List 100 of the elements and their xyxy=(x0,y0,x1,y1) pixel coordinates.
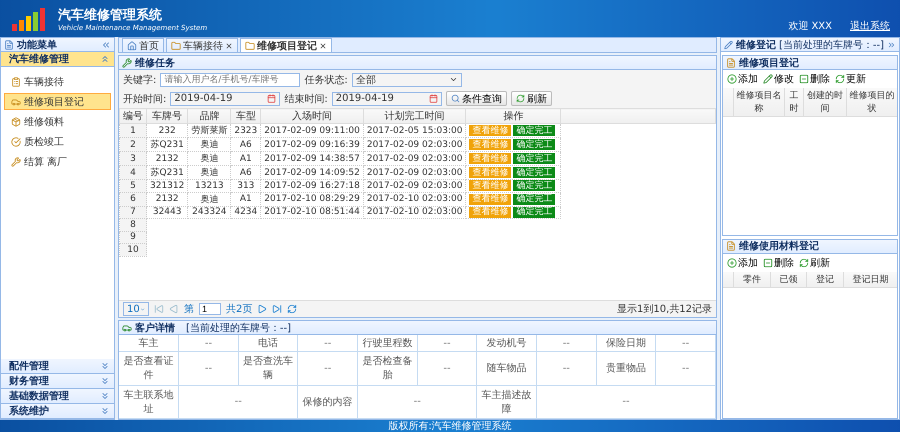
table-cell: 2323 xyxy=(230,124,261,138)
tab[interactable]: 维修项目登记 xyxy=(240,38,332,52)
column-header[interactable]: 创建的时间 xyxy=(803,88,846,116)
menu-item[interactable]: 维修项目登记 xyxy=(4,93,111,110)
folder-icon xyxy=(245,40,255,50)
panel-title: 维修任务 xyxy=(135,56,176,70)
tab[interactable]: 车辆接待 xyxy=(166,38,238,52)
menu-group[interactable]: 财务管理 xyxy=(1,374,114,389)
table-cell: 奥迪 xyxy=(188,138,231,152)
tab[interactable]: 首页 xyxy=(122,38,164,52)
column-header[interactable]: 已领 xyxy=(770,272,806,286)
check-circle-icon xyxy=(11,136,21,146)
chevron-down-icon xyxy=(100,406,110,416)
table-cell: 2017-02-09 02:03:00 xyxy=(363,138,466,152)
column-header[interactable]: 车牌号 xyxy=(146,108,188,124)
app-title: 汽车维修管理系统 xyxy=(58,6,163,24)
finish-button[interactable]: 确定完工 xyxy=(513,180,556,192)
toolbar-button[interactable]: 删除 xyxy=(799,72,830,86)
table-cell: 2017-02-05 15:03:00 xyxy=(363,124,466,138)
search-button[interactable]: 条件查询 xyxy=(446,91,507,106)
column-header[interactable]: 登记日期 xyxy=(842,272,897,286)
start-date-field[interactable]: 2019-04-19 xyxy=(170,92,280,106)
toolbar-button[interactable]: 修改 xyxy=(763,72,794,86)
refresh-button[interactable]: 刷新 xyxy=(510,91,552,106)
column-header[interactable]: 维修项目的状 xyxy=(846,88,897,116)
finish-button[interactable]: 确定完工 xyxy=(513,153,556,164)
column-header[interactable]: 零件 xyxy=(733,272,770,286)
wrench-icon xyxy=(11,156,21,166)
column-header[interactable]: 计划完工时间 xyxy=(363,108,466,124)
page-size-select[interactable]: 10 xyxy=(123,302,149,316)
keyword-field[interactable]: 请输入用户名/手机号/车牌号 xyxy=(160,72,300,86)
table-cell: 321312 xyxy=(146,180,188,192)
field-value: -- xyxy=(298,352,358,386)
status-select[interactable]: 全部 xyxy=(352,72,462,86)
row-number: 7 xyxy=(120,206,146,218)
field-value: -- xyxy=(417,335,477,352)
table-cell: 苏Q231 xyxy=(146,138,188,152)
panel-title: 维修项目登记 xyxy=(739,56,800,70)
finish-button[interactable]: 确定完工 xyxy=(513,125,556,136)
page-field[interactable]: 1 xyxy=(199,303,221,315)
plate-note: [当前处理的车牌号：--] xyxy=(186,322,292,334)
logout-link[interactable]: 退出系统 xyxy=(850,18,890,32)
home-icon xyxy=(127,40,137,50)
row-number: 9 xyxy=(120,231,146,244)
menu-item[interactable]: 质检竣工 xyxy=(4,133,111,150)
menu-icon xyxy=(4,40,14,50)
refresh-icon xyxy=(799,258,809,268)
menu-group[interactable]: 汽车维修管理 xyxy=(1,52,114,67)
close-icon[interactable] xyxy=(319,42,327,50)
column-header[interactable]: 登记 xyxy=(806,272,842,286)
column-header[interactable]: 入场时间 xyxy=(260,108,364,124)
row-number: 1 xyxy=(120,124,146,138)
panel-title: 维修使用材料登记 xyxy=(739,239,820,253)
search-icon xyxy=(450,94,460,103)
document-icon xyxy=(726,241,736,251)
toolbar-button[interactable]: 更新 xyxy=(835,72,866,86)
finish-button[interactable]: 确定完工 xyxy=(513,206,556,218)
field-value: -- xyxy=(656,335,716,352)
panel-title: 客户详情 xyxy=(135,321,175,334)
table-cell: A6 xyxy=(230,138,261,152)
field-value: -- xyxy=(417,352,477,386)
column-header[interactable]: 品牌 xyxy=(188,108,231,124)
column-header[interactable]: 编号 xyxy=(120,108,146,124)
table-cell: 2017-02-09 14:38:57 xyxy=(260,152,364,166)
pencil-icon xyxy=(763,74,773,84)
close-icon[interactable] xyxy=(225,42,233,50)
toolbar-button[interactable]: 删除 xyxy=(763,256,794,270)
finish-button[interactable]: 确定完工 xyxy=(513,194,556,204)
end-date-field[interactable]: 2019-04-19 xyxy=(332,92,442,106)
menu-item[interactable]: 结算 离厂 xyxy=(4,153,111,170)
record-summary: 显示1到10,共12记录 xyxy=(617,302,712,316)
field-label: 车主联系地址 xyxy=(119,385,179,418)
pencil-icon xyxy=(724,40,733,50)
finish-button[interactable]: 确定完工 xyxy=(513,139,556,150)
column-header[interactable]: 工时 xyxy=(784,88,803,116)
page-total: 共2页 xyxy=(226,302,252,316)
column-header[interactable]: 车型 xyxy=(230,108,261,124)
menu-group[interactable]: 基础数据管理 xyxy=(1,389,114,404)
row-number: 8 xyxy=(120,218,146,231)
toolbar-button[interactable]: 刷新 xyxy=(799,256,830,270)
toolbar-button[interactable]: 添加 xyxy=(727,72,758,86)
minus-icon xyxy=(763,258,773,268)
column-header[interactable]: 维修项目名称 xyxy=(733,88,784,116)
refresh-icon xyxy=(835,74,845,84)
menu-group[interactable]: 配件管理 xyxy=(1,359,114,374)
last-page-icon xyxy=(272,304,282,314)
table-cell: 2132 xyxy=(146,192,188,206)
table-cell: 2017-02-09 02:03:00 xyxy=(363,166,466,180)
table-cell: 2017-02-10 02:03:00 xyxy=(363,206,466,218)
table-cell: 232 xyxy=(146,124,188,138)
toolbar-button[interactable]: 添加 xyxy=(727,256,758,270)
menu-item[interactable]: 车辆接待 xyxy=(4,73,111,90)
plus-icon xyxy=(727,258,737,268)
finish-button[interactable]: 确定完工 xyxy=(513,167,556,178)
column-header[interactable]: 操作 xyxy=(466,108,561,124)
menu-item[interactable]: 维修领料 xyxy=(4,113,111,130)
table-cell: 劳斯莱斯 xyxy=(188,124,231,138)
table-cell: 2017-02-09 14:09:52 xyxy=(260,166,364,180)
collapse-icon xyxy=(101,40,111,50)
menu-group[interactable]: 系统维护 xyxy=(1,404,114,419)
